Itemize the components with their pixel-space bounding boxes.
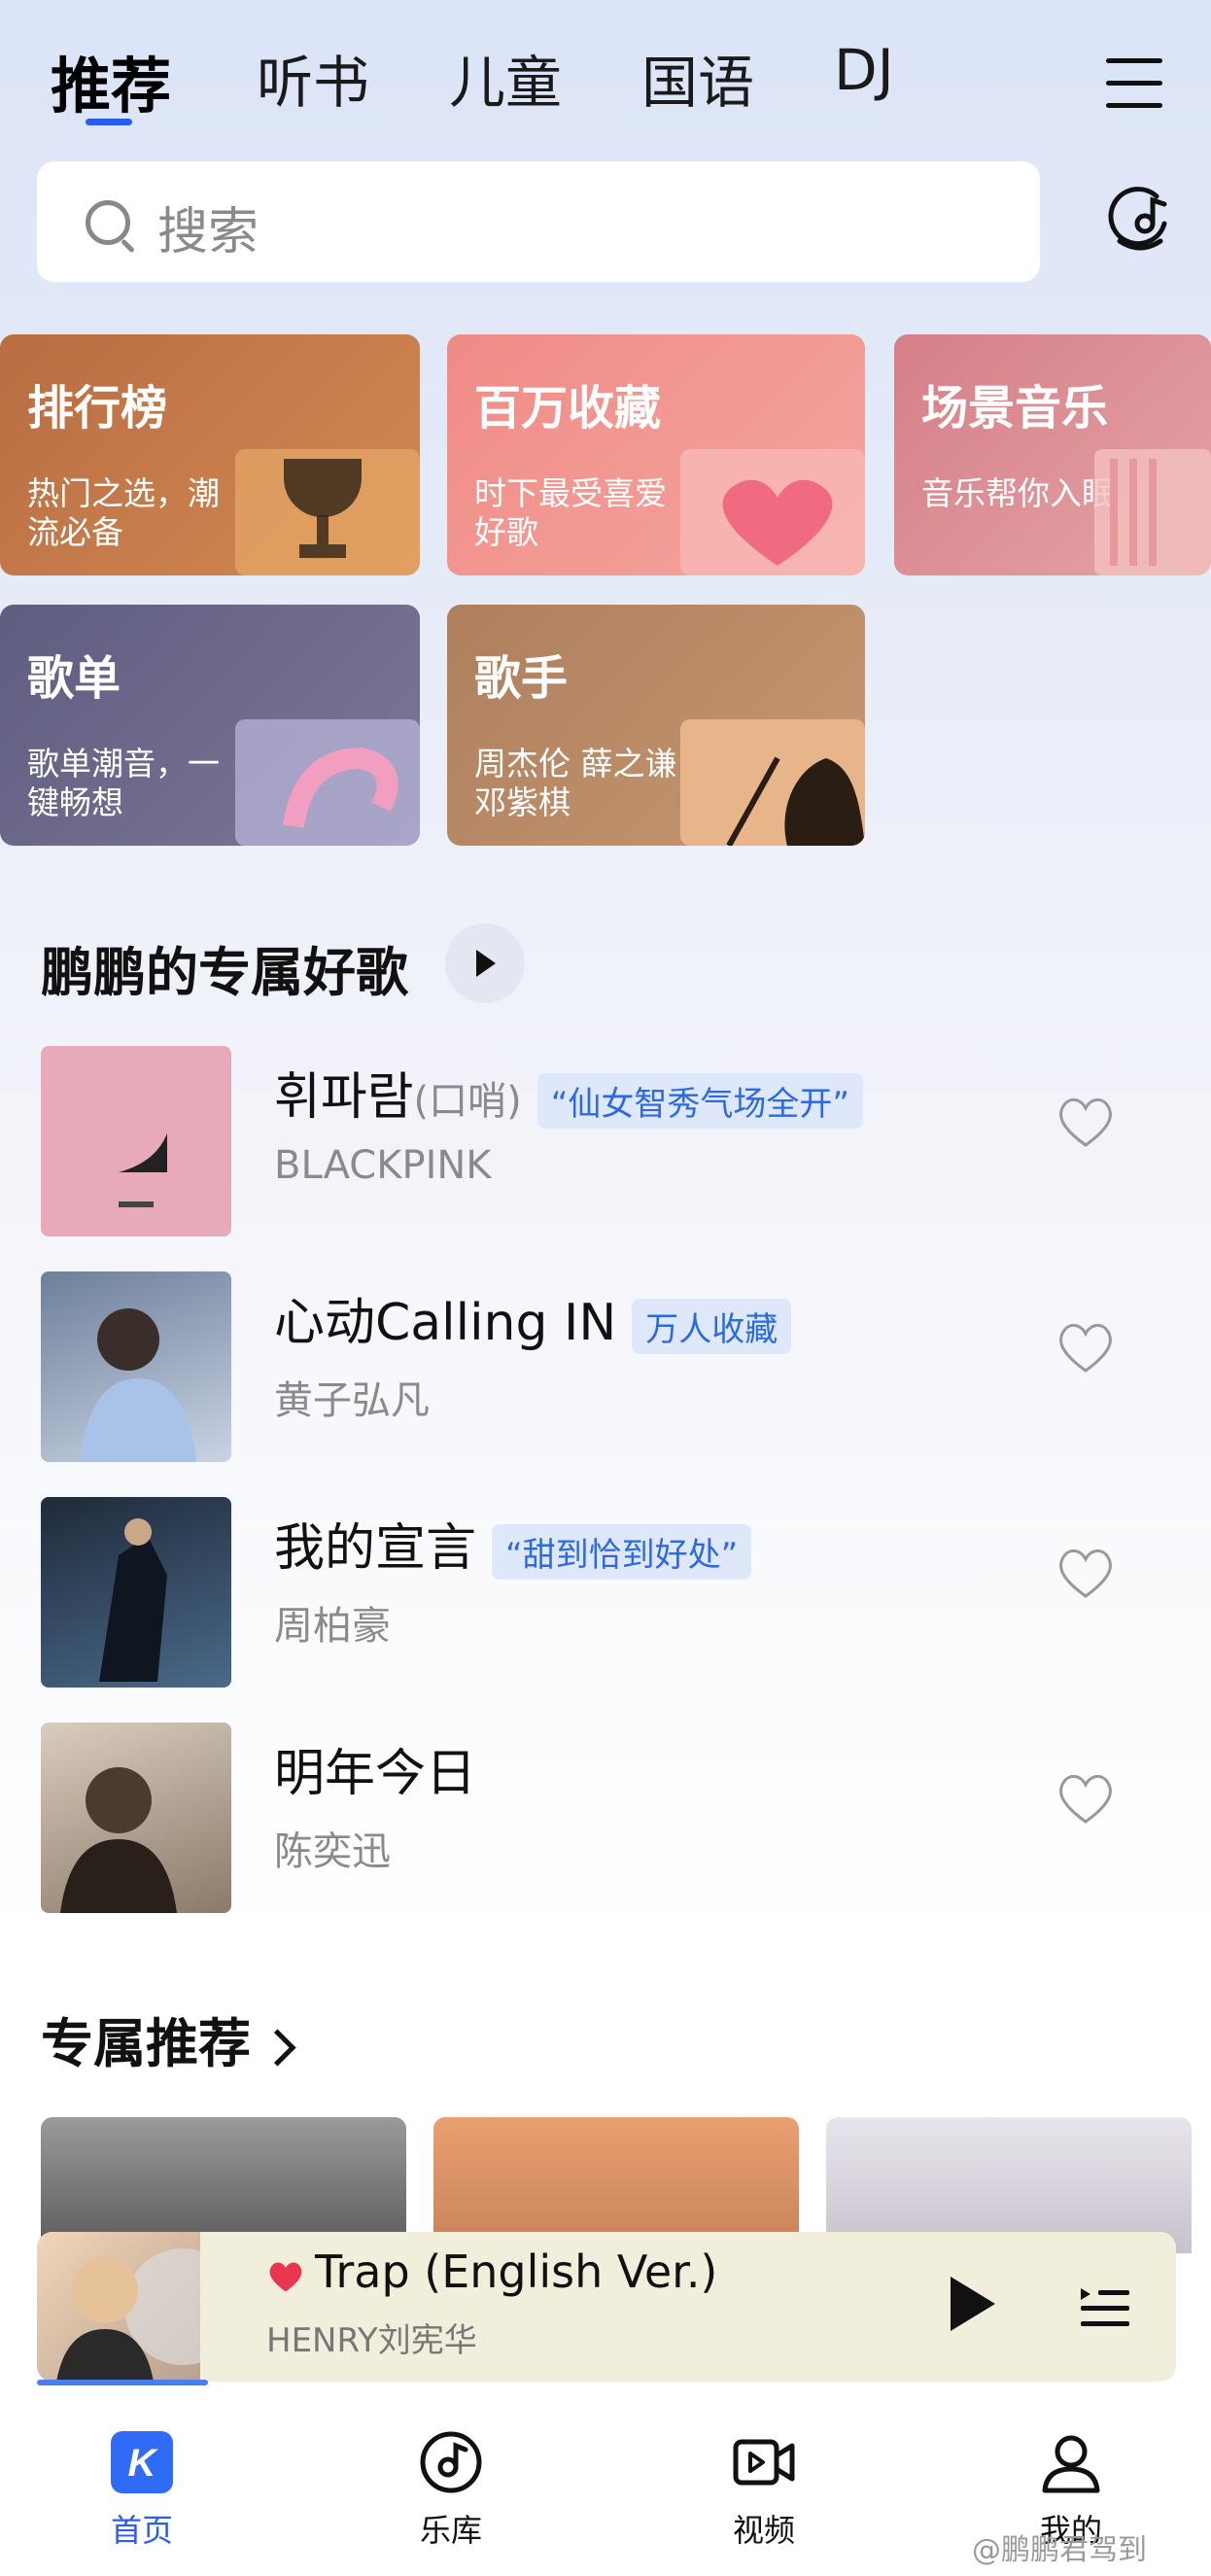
category-title: 场景音乐 [921, 381, 1109, 435]
search-placeholder: 搜索 [157, 203, 260, 261]
song-title-text: 明年今日 [274, 1745, 477, 1803]
song-row[interactable]: 我的宣言 “甜到恰到好处” 周柏豪 [0, 1497, 1211, 1691]
now-playing-title: Trap (English Ver.) [315, 2245, 718, 2298]
svg-text:K: K [128, 2442, 159, 2485]
exclusive-recommend-title[interactable]: 专属推荐 [41, 2001, 296, 2077]
category-subtitle: 歌单潮音，一键畅想 [27, 745, 220, 821]
user-icon [1042, 2435, 1100, 2493]
curtain-icon [1094, 449, 1211, 575]
category-card-scene-music[interactable]: 场景音乐 音乐帮你入眠 [894, 334, 1211, 575]
search-icon [86, 200, 130, 245]
trophy-icon [235, 449, 420, 575]
nav-label: 视频 [732, 2512, 795, 2549]
active-tab-indicator [86, 119, 132, 125]
category-subtitle: 时下最受喜爱好歌 [474, 474, 667, 551]
category-subtitle: 周杰伦 薛之谦 邓紫棋 [474, 745, 677, 821]
music-recognition-icon[interactable] [1106, 185, 1174, 255]
song-artist: 周柏豪 [274, 1604, 391, 1649]
song-row[interactable]: 明年今日 陈奕迅 [0, 1723, 1211, 1917]
nav-video[interactable]: 视频 [686, 2430, 842, 2551]
nav-library[interactable]: 乐库 [373, 2430, 529, 2551]
exclusive-recommend-label: 专属推荐 [41, 2013, 251, 2074]
category-title: 歌手 [474, 651, 569, 706]
mini-player[interactable]: Trap (English Ver.) HENRY刘宪华 [37, 2232, 1176, 2382]
album-cover [41, 1723, 231, 1913]
tab-dj[interactable]: DJ [834, 37, 894, 103]
heart-outline-icon[interactable] [1055, 1771, 1116, 1826]
category-subtitle: 热门之选，潮流必备 [27, 474, 220, 551]
song-artist: 黄子弘凡 [274, 1378, 430, 1423]
song-title: 明年今日 [274, 1732, 476, 1805]
video-icon [733, 2439, 795, 2486]
song-tag: “仙女智秀气场全开” [536, 1072, 863, 1129]
category-title: 百万收藏 [474, 381, 662, 435]
now-playing-cover [37, 2232, 241, 2382]
song-title: 心动Calling IN 万人收藏 [274, 1281, 792, 1354]
category-title: 排行榜 [27, 381, 168, 435]
k-logo-icon: K [111, 2431, 173, 2493]
play-all-button[interactable] [445, 923, 525, 1003]
menu-icon[interactable] [1106, 58, 1162, 109]
category-card-singers[interactable]: 歌手 周杰伦 薛之谦 邓紫棋 [447, 605, 865, 846]
tab-children[interactable]: 儿童 [449, 37, 562, 119]
heart-outline-icon[interactable] [1055, 1320, 1116, 1375]
song-tag: “甜到恰到好处” [492, 1523, 752, 1580]
category-title: 歌单 [27, 651, 121, 706]
album-cover [41, 1497, 231, 1688]
category-card-million-favorites[interactable]: 百万收藏 时下最受喜爱好歌 [447, 334, 865, 575]
play-icon[interactable] [951, 2277, 995, 2331]
album-cover [41, 1271, 231, 1462]
chevron-right-icon [259, 2029, 296, 2067]
song-tag: 万人收藏 [632, 1298, 792, 1354]
category-card-charts[interactable]: 排行榜 热门之选，潮流必备 [0, 334, 420, 575]
tab-audiobook[interactable]: 听书 [257, 37, 369, 119]
song-title: 휘파람(口哨) “仙女智秀气场全开” [274, 1056, 863, 1129]
nav-home[interactable]: K 首页 [64, 2430, 220, 2551]
tab-mandarin[interactable]: 国语 [641, 37, 754, 119]
heart-outline-icon[interactable] [1055, 1095, 1116, 1149]
exclusive-songs-title: 鹏鹏的专属好歌 [41, 942, 408, 1003]
song-title: 我的宣言 “甜到恰到好处” [274, 1507, 752, 1580]
progress-fill [37, 2380, 208, 2385]
album-cover [41, 1046, 231, 1236]
watermark: @鹏鹏君驾到 [972, 2533, 1147, 2567]
heart-shape-icon [680, 449, 865, 575]
song-artist: 陈奕迅 [274, 1829, 391, 1874]
playback-progress[interactable] [37, 2380, 1176, 2385]
song-title-text: 휘파람 [274, 1068, 414, 1127]
heart-outline-icon[interactable] [1055, 1546, 1116, 1600]
category-card-playlists[interactable]: 歌单 歌单潮音，一键畅想 [0, 605, 420, 846]
heart-filled-icon[interactable] [266, 2259, 305, 2294]
tab-recommend[interactable]: 推荐 [51, 37, 171, 124]
singer-photo-icon [680, 719, 865, 846]
song-artist: BLACKPINK [274, 1143, 492, 1188]
now-playing-artist: HENRY刘宪华 [266, 2321, 477, 2360]
song-title-text: 心动Calling IN [274, 1294, 617, 1352]
song-row[interactable]: 心动Calling IN 万人收藏 黄子弘凡 [0, 1271, 1211, 1466]
nav-label: 首页 [110, 2512, 173, 2549]
song-title-text: 我的宣言 [274, 1519, 477, 1578]
vinyl-icon [420, 2431, 482, 2493]
playlist-art-icon [235, 719, 420, 846]
song-title-note: (口哨) [413, 1079, 522, 1124]
song-row[interactable]: 휘파람(口哨) “仙女智秀气场全开” BLACKPINK [0, 1046, 1211, 1240]
search-input[interactable]: 搜索 [37, 161, 1040, 282]
nav-label: 乐库 [419, 2512, 482, 2549]
playlist-icon[interactable] [1077, 2280, 1131, 2335]
